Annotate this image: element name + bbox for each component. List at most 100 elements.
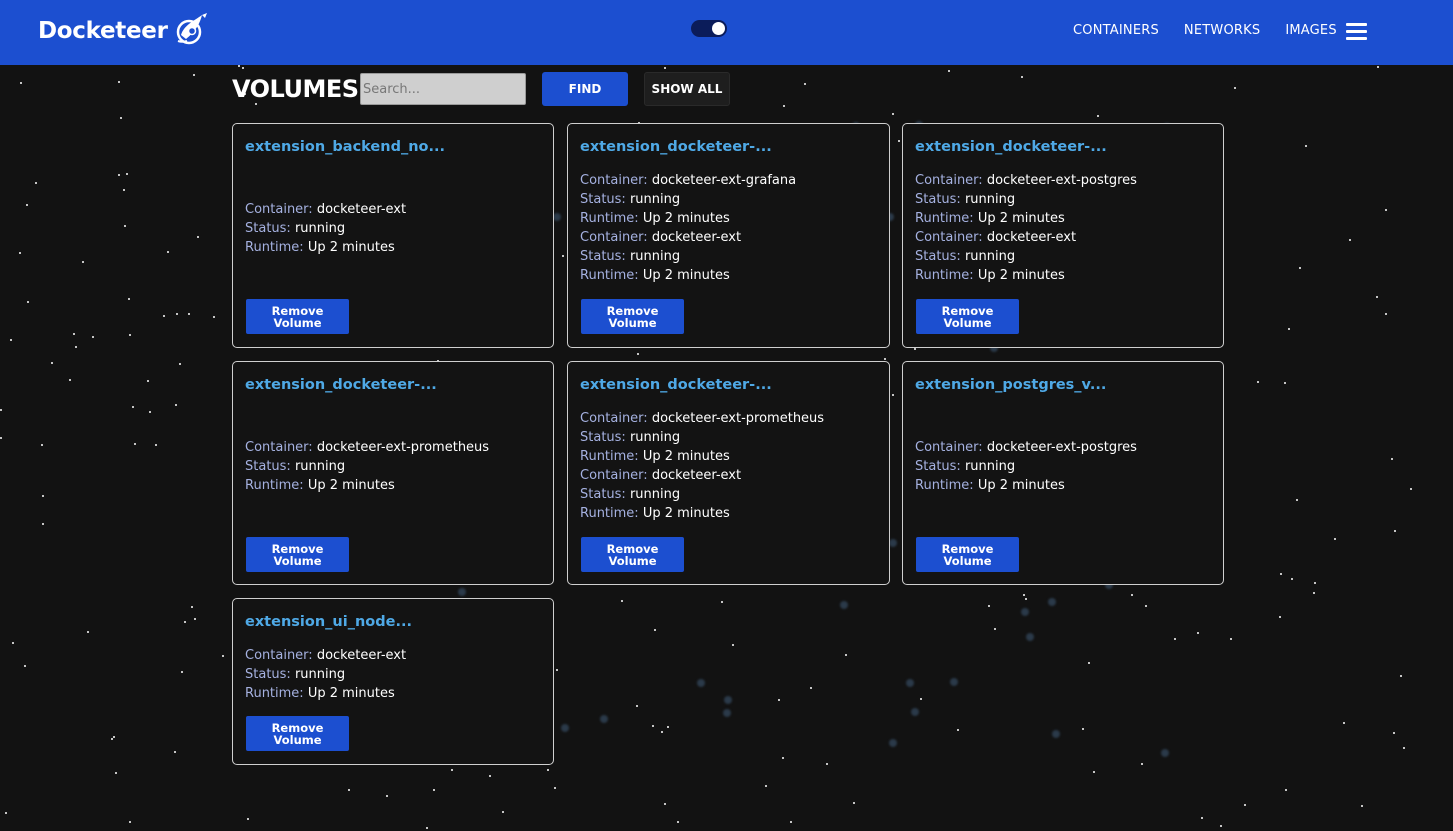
remove-volume-button[interactable]: Remove Volume	[916, 299, 1019, 334]
container-value: docketeer-ext	[651, 230, 742, 245]
runtime-value: Up 2 minutes	[307, 686, 395, 701]
volume-details: Container: docketeer-ext-prometheus Statu…	[245, 438, 489, 495]
hamburger-menu-icon[interactable]	[1346, 23, 1367, 40]
container-label: Container:	[580, 468, 648, 483]
remove-volume-button[interactable]: Remove Volume	[246, 537, 349, 572]
container-row: Container: docketeer-ext-postgres	[915, 171, 1137, 190]
volume-details: Container: docketeer-ext-grafana Status: …	[580, 171, 796, 285]
runtime-row: Runtime: Up 2 minutes	[915, 209, 1137, 228]
container-value: docketeer-ext	[986, 230, 1077, 245]
volume-name: extension_docketeer-...	[580, 377, 772, 393]
status-value: running	[294, 459, 346, 474]
theme-toggle[interactable]	[691, 20, 727, 37]
runtime-label: Runtime:	[245, 686, 304, 701]
container-value: docketeer-ext-postgres	[986, 440, 1137, 455]
container-row: Container: docketeer-ext-prometheus	[245, 438, 489, 457]
status-row: Status: running	[915, 190, 1137, 209]
page-title: VOLUMES	[232, 75, 359, 103]
remove-volume-button[interactable]: Remove Volume	[246, 716, 349, 751]
status-label: Status:	[580, 430, 626, 445]
volume-name: extension_backend_no...	[245, 139, 446, 155]
runtime-value: Up 2 minutes	[977, 211, 1065, 226]
status-row: Status: running	[245, 457, 489, 476]
status-label: Status:	[245, 667, 291, 682]
volume-card: extension_docketeer-... Container: docket…	[567, 361, 890, 585]
runtime-label: Runtime:	[245, 478, 304, 493]
runtime-value: Up 2 minutes	[642, 268, 730, 283]
status-value: running	[964, 459, 1016, 474]
runtime-value: Up 2 minutes	[642, 506, 730, 521]
volume-card: extension_postgres_v... Container: docket…	[902, 361, 1224, 585]
volume-card: extension_docketeer-... Container: docket…	[902, 123, 1224, 348]
volume-name: extension_postgres_v...	[915, 377, 1107, 393]
container-row: Container: docketeer-ext-postgres	[915, 438, 1137, 457]
status-label: Status:	[915, 192, 961, 207]
nav-links: CONTAINERS NETWORKS IMAGES	[1073, 23, 1362, 38]
container-label: Container:	[915, 440, 983, 455]
status-label: Status:	[915, 249, 961, 264]
nav-link-networks[interactable]: NETWORKS	[1184, 23, 1260, 38]
runtime-value: Up 2 minutes	[307, 478, 395, 493]
brand[interactable]: Docketeer	[38, 13, 210, 47]
status-label: Status:	[245, 221, 291, 236]
show-all-button[interactable]: SHOW ALL	[644, 72, 730, 106]
find-button[interactable]: FIND	[542, 72, 628, 106]
container-value: docketeer-ext-prometheus	[316, 440, 490, 455]
status-row: Status: running	[580, 428, 824, 447]
container-label: Container:	[580, 411, 648, 426]
runtime-row: Runtime: Up 2 minutes	[580, 504, 824, 523]
container-row: Container: docketeer-ext	[245, 646, 406, 665]
status-label: Status:	[580, 249, 626, 264]
nav-link-images[interactable]: IMAGES	[1285, 23, 1336, 38]
volume-card: extension_ui_node... Container: docketeer…	[232, 598, 554, 765]
status-row: Status: running	[580, 247, 796, 266]
runtime-row: Runtime: Up 2 minutes	[580, 266, 796, 285]
top-navbar: Docketeer CONTAINERS NETWORKS IMAGES	[0, 0, 1453, 65]
status-label: Status:	[915, 459, 961, 474]
runtime-row: Runtime: Up 2 minutes	[245, 476, 489, 495]
runtime-label: Runtime:	[915, 478, 974, 493]
runtime-row: Runtime: Up 2 minutes	[580, 447, 824, 466]
volume-details: Container: docketeer-ext-postgres Status:…	[915, 438, 1137, 495]
volume-details: Container: docketeer-ext Status: running R…	[245, 646, 406, 703]
runtime-row: Runtime: Up 2 minutes	[915, 266, 1137, 285]
docketeer-logo-icon	[176, 13, 207, 45]
runtime-row: Runtime: Up 2 minutes	[580, 209, 796, 228]
volume-name: extension_docketeer-...	[915, 139, 1107, 155]
status-value: running	[629, 487, 681, 502]
volume-card: extension_backend_no... Container: docket…	[232, 123, 554, 348]
container-value: docketeer-ext-postgres	[986, 173, 1137, 188]
status-label: Status:	[580, 487, 626, 502]
runtime-label: Runtime:	[245, 240, 304, 255]
search-input[interactable]	[360, 73, 526, 105]
container-row: Container: docketeer-ext	[580, 228, 796, 247]
runtime-label: Runtime:	[580, 268, 639, 283]
status-value: running	[964, 192, 1016, 207]
container-value: docketeer-ext	[316, 648, 407, 663]
remove-volume-button[interactable]: Remove Volume	[581, 299, 684, 334]
remove-volume-button[interactable]: Remove Volume	[581, 537, 684, 572]
container-label: Container:	[245, 440, 313, 455]
volume-details: Container: docketeer-ext Status: running R…	[245, 200, 406, 257]
container-value: docketeer-ext	[316, 202, 407, 217]
status-value: running	[294, 667, 346, 682]
container-label: Container:	[580, 230, 648, 245]
remove-volume-button[interactable]: Remove Volume	[246, 299, 349, 334]
nav-link-containers[interactable]: CONTAINERS	[1073, 23, 1159, 38]
volume-details: Container: docketeer-ext-postgres Status:…	[915, 171, 1137, 285]
container-row: Container: docketeer-ext-grafana	[580, 171, 796, 190]
volume-name: extension_ui_node...	[245, 614, 412, 630]
status-label: Status:	[245, 459, 291, 474]
status-value: running	[964, 249, 1016, 264]
container-label: Container:	[245, 648, 313, 663]
status-value: running	[629, 249, 681, 264]
status-row: Status: running	[915, 247, 1137, 266]
runtime-value: Up 2 minutes	[642, 211, 730, 226]
remove-volume-button[interactable]: Remove Volume	[916, 537, 1019, 572]
volume-details: Container: docketeer-ext-prometheus Statu…	[580, 409, 824, 523]
container-row: Container: docketeer-ext	[580, 466, 824, 485]
status-row: Status: running	[245, 665, 406, 684]
container-value: docketeer-ext-grafana	[651, 173, 797, 188]
volume-card: extension_docketeer-... Container: docket…	[232, 361, 554, 585]
volume-name: extension_docketeer-...	[580, 139, 772, 155]
